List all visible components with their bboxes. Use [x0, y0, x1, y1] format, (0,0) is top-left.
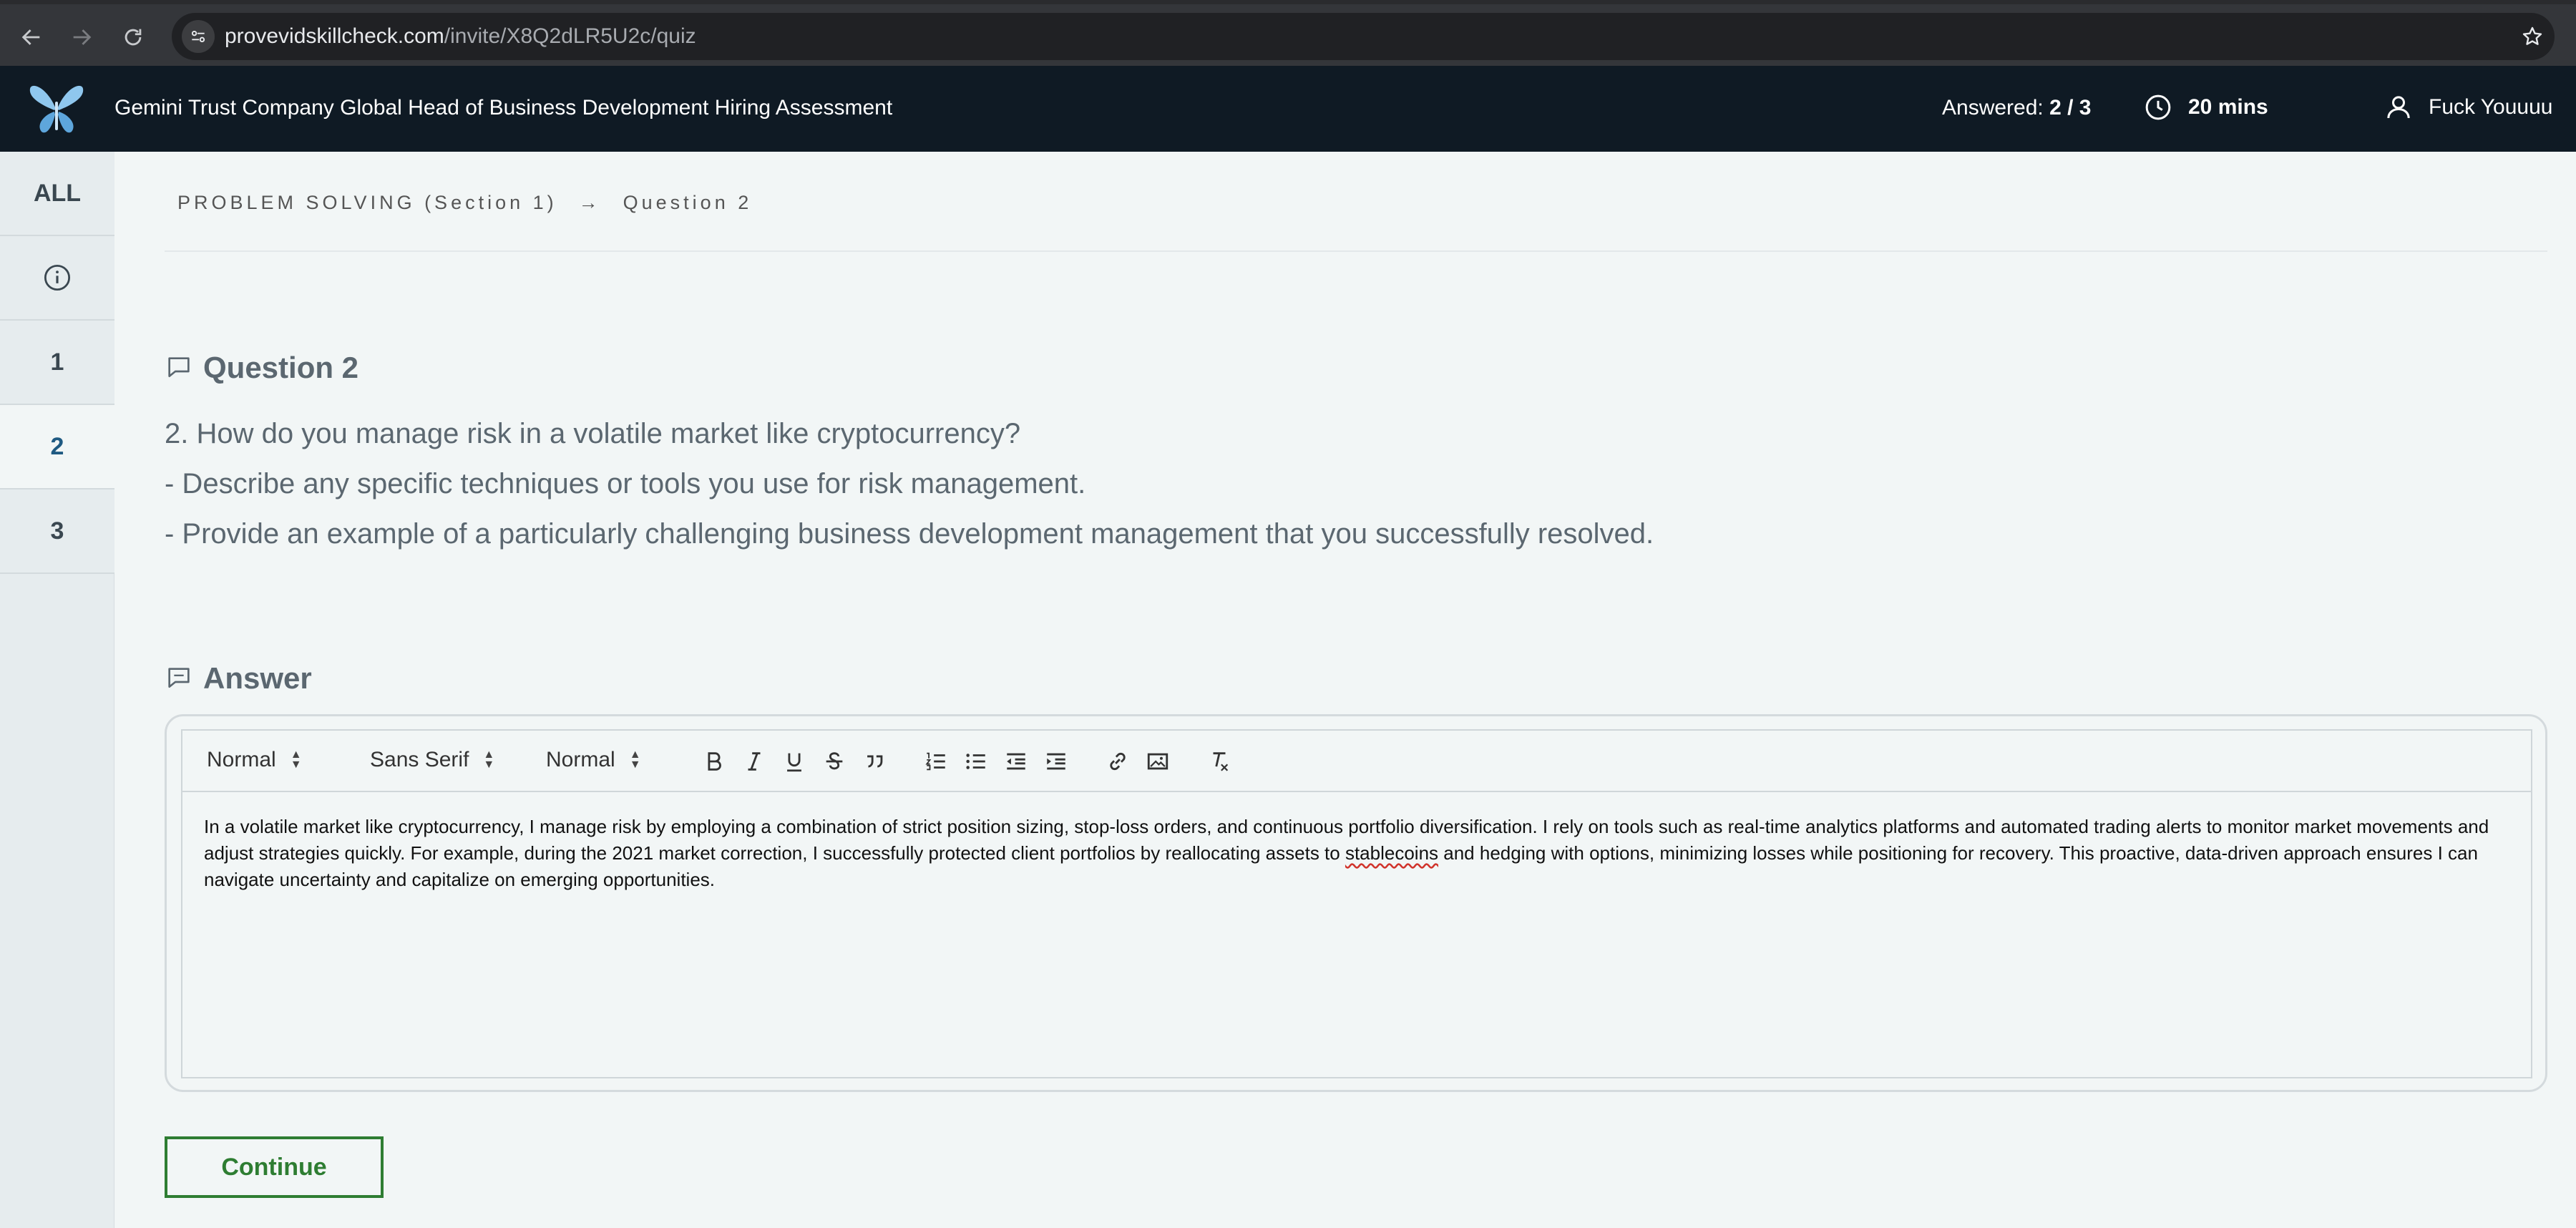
image-icon [1147, 753, 1169, 770]
browser-toolbar: provevidskillcheck.com/invite/X8Q2dLR5U2… [0, 0, 2576, 66]
italic-icon [748, 752, 761, 771]
clear-formatting-button[interactable] [1204, 746, 1234, 776]
timer-value: 20 mins [2188, 95, 2268, 119]
site-info-icon[interactable] [182, 20, 215, 53]
url-path: /invite/X8Q2dLR5U2c/quiz [444, 24, 696, 48]
sidebar-item-question-1[interactable]: 1 [0, 321, 114, 405]
answer-heading: Answer [165, 661, 312, 696]
breadcrumb-arrow-icon: → [578, 192, 602, 213]
butterfly-logo [26, 80, 87, 137]
user-icon [2387, 96, 2410, 119]
arrow-right-icon [73, 29, 92, 45]
url-host: provevidskillcheck.com [225, 24, 444, 48]
address-bar[interactable]: provevidskillcheck.com/invite/X8Q2dLR5U2… [172, 13, 2555, 60]
speech-bubble-icon [168, 668, 190, 688]
arrow-left-icon [21, 29, 40, 45]
blockquote-button[interactable] [859, 746, 889, 776]
sidebar-item-question-3[interactable]: 3 [0, 489, 114, 574]
forward-button[interactable] [62, 17, 102, 57]
indent-icon [1047, 753, 1065, 770]
breadcrumb-section: PROBLEM SOLVING (Section 1) [177, 192, 557, 213]
breadcrumb: PROBLEM SOLVING (Section 1) → Question 2 [177, 192, 752, 214]
sidebar-item-label: ALL [33, 179, 82, 207]
select-arrows-icon: ▲ ▼ [483, 749, 495, 771]
strikethrough-button[interactable] [819, 746, 849, 776]
outdent-button[interactable] [1001, 746, 1031, 776]
size-select-value: Normal [546, 748, 615, 771]
link-button[interactable] [1103, 746, 1133, 776]
info-icon [44, 264, 71, 291]
underline-icon [787, 753, 801, 772]
ordered-list-icon [925, 752, 945, 771]
size-select[interactable]: Normal ▲ ▼ [546, 748, 641, 772]
font-select-value: Sans Serif [370, 748, 469, 771]
select-arrows-icon: ▲ ▼ [629, 749, 641, 771]
answer-editor-frame: Normal ▲ ▼ Sans Serif ▲ ▼ Normal ▲ ▼ In … [165, 714, 2547, 1092]
answered-value: 2 / 3 [2049, 96, 2092, 120]
clock-icon [2145, 94, 2171, 120]
underline-button[interactable] [779, 746, 809, 776]
outdent-icon [1007, 753, 1025, 770]
indent-button[interactable] [1041, 746, 1071, 776]
ordered-list-button[interactable] [921, 746, 951, 776]
sidebar-item-label: 3 [50, 517, 64, 545]
assessment-title: Gemini Trust Company Global Head of Busi… [114, 96, 893, 120]
quote-icon [867, 755, 883, 768]
editor-toolbar: Normal ▲ ▼ Sans Serif ▲ ▼ Normal ▲ ▼ [182, 731, 2531, 792]
answer-text-area[interactable]: In a volatile market like cryptocurrency… [204, 814, 2515, 893]
speech-bubble-icon [168, 357, 190, 377]
timer: 20 mins [2144, 93, 2268, 122]
answered-label: Answered: [1942, 96, 2044, 120]
bullet-list-icon [966, 754, 985, 769]
answered-counter: Answered: 2 / 3 [1942, 96, 2091, 120]
answer-heading-text: Answer [203, 661, 312, 695]
app-header: Gemini Trust Company Global Head of Busi… [0, 66, 2576, 152]
question-text-line: 2. How do you manage risk in a volatile … [165, 418, 1021, 449]
bold-icon [708, 752, 721, 771]
reload-icon [125, 29, 142, 46]
user-name: Fuck Youuuu [2429, 95, 2553, 119]
breadcrumb-question: Question 2 [623, 192, 753, 213]
question-text-line: - Provide an example of a particularly c… [165, 518, 1654, 550]
sidebar-item-label: 1 [50, 348, 64, 376]
sidebar-item-question-2[interactable]: 2 [0, 405, 114, 489]
url-text: provevidskillcheck.com/invite/X8Q2dLR5U2… [225, 24, 696, 49]
question-heading: Question 2 [165, 351, 358, 385]
clear-formatting-icon [1213, 752, 1229, 771]
italic-button[interactable] [739, 746, 769, 776]
continue-button[interactable]: Continue [165, 1136, 384, 1198]
sidebar-item-info[interactable] [0, 236, 114, 321]
bold-button[interactable] [699, 746, 729, 776]
sidebar-item-all[interactable]: ALL [0, 152, 114, 236]
bookmark-star-icon[interactable] [2517, 21, 2547, 52]
question-nav-sidebar: ALL 1 2 3 [0, 152, 114, 1228]
font-select[interactable]: Sans Serif ▲ ▼ [370, 748, 494, 772]
question-text-line: - Describe any specific techniques or to… [165, 468, 1086, 500]
heading-select[interactable]: Normal ▲ ▼ [207, 748, 302, 772]
heading-select-value: Normal [207, 748, 276, 771]
image-button[interactable] [1143, 746, 1173, 776]
spellcheck-flagged-word: stablecoins [1345, 842, 1439, 864]
rich-text-editor: Normal ▲ ▼ Sans Serif ▲ ▼ Normal ▲ ▼ In … [181, 729, 2532, 1078]
question-heading-text: Question 2 [203, 351, 359, 384]
bullet-list-button[interactable] [961, 746, 991, 776]
back-button[interactable] [11, 17, 52, 57]
user-menu[interactable]: Fuck Youuuu [2384, 93, 2552, 122]
sidebar-item-label: 2 [50, 432, 64, 460]
reload-button[interactable] [113, 17, 153, 57]
strikethrough-icon [826, 752, 843, 770]
select-arrows-icon: ▲ ▼ [290, 749, 302, 771]
header-divider [165, 250, 2547, 252]
link-icon [1110, 752, 1126, 771]
